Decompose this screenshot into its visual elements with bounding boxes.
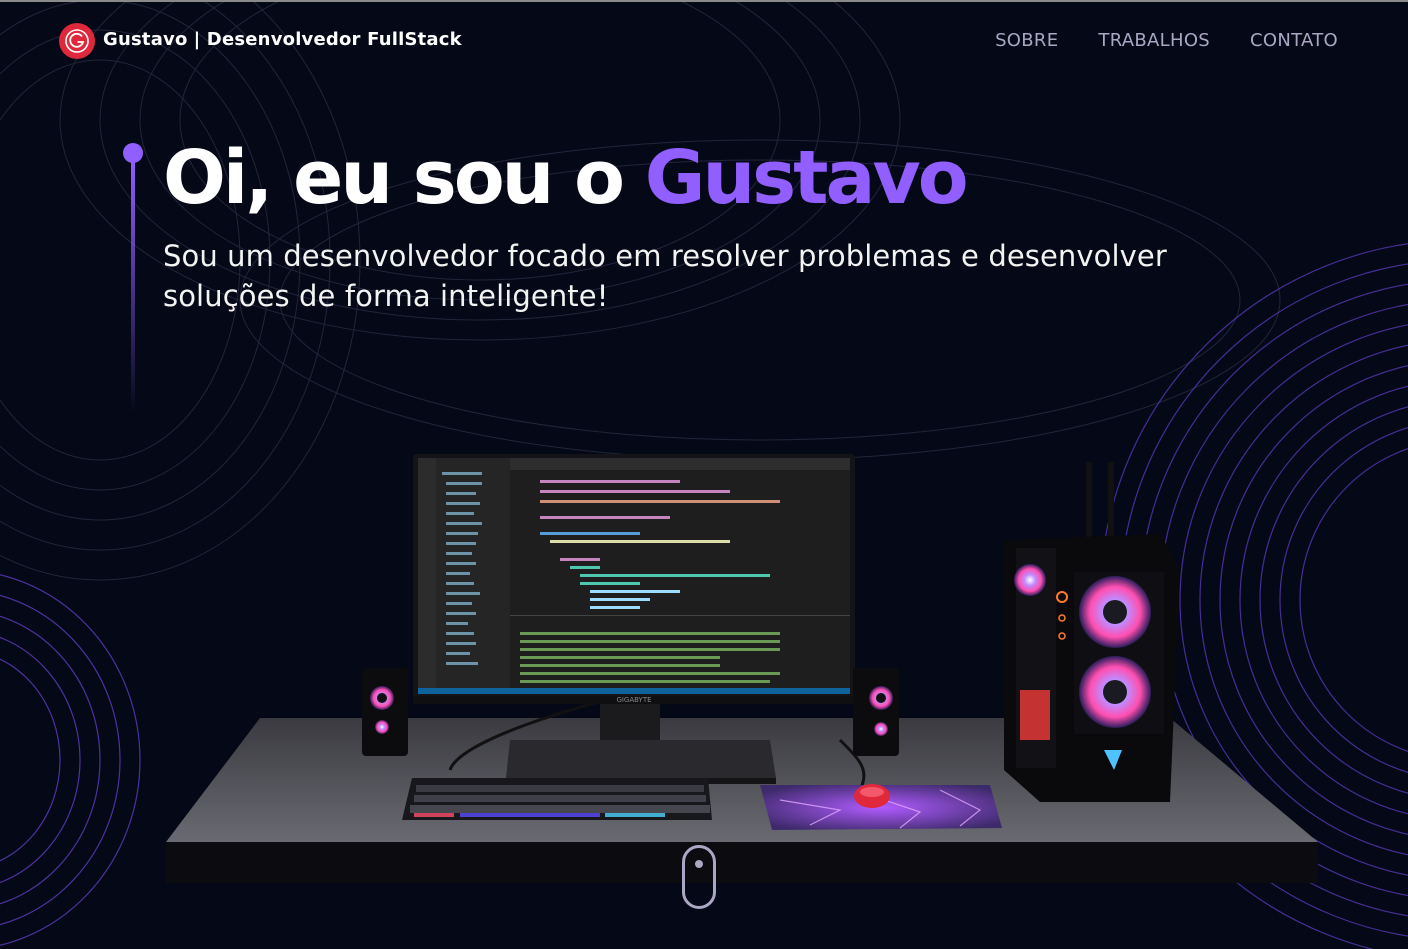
hero-subtitle: Sou um desenvolvedor focado em resolver … bbox=[163, 239, 1167, 313]
brand-title[interactable]: Gustavo | Desenvolvedor FullStack bbox=[103, 29, 462, 50]
right-speaker bbox=[853, 668, 899, 756]
hero-greeting: Oi, eu sou o bbox=[163, 135, 645, 221]
keyboard bbox=[402, 778, 712, 820]
monitor-brand: GIGABYTE bbox=[616, 696, 651, 704]
nav-link-contato[interactable]: CONTATO bbox=[1250, 30, 1338, 51]
hero-name: Gustavo bbox=[644, 135, 969, 221]
nav-link-trabalhos[interactable]: TRABALHOS bbox=[1098, 30, 1210, 51]
hero-title: Oi, eu sou o Gustavo bbox=[163, 133, 969, 223]
pc-case bbox=[1004, 462, 1180, 802]
navbar: Gustavo | Desenvolvedor FullStack SOBRE T… bbox=[0, 0, 1408, 80]
computer-desk-3d-model[interactable]: GIGABYTE bbox=[160, 440, 1330, 890]
logo-g-icon[interactable] bbox=[59, 23, 95, 59]
brand-name: Gustavo bbox=[103, 29, 188, 50]
nav-links: SOBRE TRABALHOS CONTATO bbox=[995, 30, 1338, 51]
mouse-scroll-icon[interactable] bbox=[682, 845, 716, 909]
hero-accent-line bbox=[131, 160, 135, 414]
scroll-wheel bbox=[695, 860, 703, 868]
brand-tagline: | Desenvolvedor FullStack bbox=[193, 29, 462, 50]
nav-link-sobre[interactable]: SOBRE bbox=[995, 30, 1058, 51]
left-speaker bbox=[362, 668, 408, 756]
mouse bbox=[854, 784, 890, 808]
